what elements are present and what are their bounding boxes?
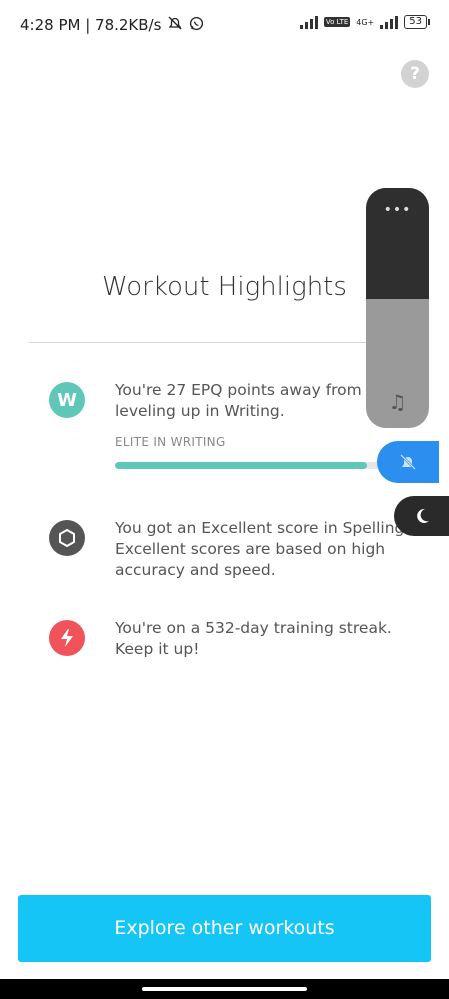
signal-icon [299,15,318,29]
status-right: Vo LTE 4G+ 53 [299,15,430,29]
home-indicator[interactable] [142,987,307,991]
notification-muted-icon [167,15,183,35]
writing-badge-letter: W [57,389,77,411]
status-left: 4:28 PM | 78.2KB/s [20,15,204,35]
bell-off-button[interactable] [377,441,439,483]
progress-bar-fill [115,462,368,469]
highlight-spelling: You got an Excellent score in Spelling. … [49,518,429,588]
bell-off-icon [400,454,416,470]
explore-workouts-button[interactable]: Explore other workouts [18,895,431,962]
highlight-text: You're on a 532-day training streak. Kee… [115,619,392,658]
moon-button[interactable] [394,496,449,536]
volume-panel[interactable]: ••• ♫ [366,188,429,428]
network-type-label: 4G+ [356,17,375,27]
progress-bar [115,462,389,469]
system-nav-bar [0,979,449,999]
whatsapp-icon [189,16,204,35]
title-divider [29,342,424,343]
highlight-sub-label: ELITE IN WRITING [115,435,226,449]
highlight-text: You got an Excellent score in Spelling. … [115,519,410,579]
time-and-speed: 4:28 PM | 78.2KB/s [20,16,162,34]
status-bar: 4:28 PM | 78.2KB/s Vo LTE 4G+ 53 [0,0,449,52]
moon-icon [416,508,429,523]
help-button[interactable]: ? [401,60,429,88]
battery-icon: 53 [404,15,430,29]
music-note-icon: ♫ [388,390,407,414]
volte-badge: Vo LTE [323,17,351,27]
writing-badge-icon: W [49,382,85,418]
more-options-icon[interactable]: ••• [366,202,429,218]
signal-icon-2 [380,15,399,29]
hexagon-badge-icon [49,520,85,556]
lightning-badge-icon [49,620,85,656]
highlight-streak: You're on a 532-day training streak. Kee… [49,618,429,668]
